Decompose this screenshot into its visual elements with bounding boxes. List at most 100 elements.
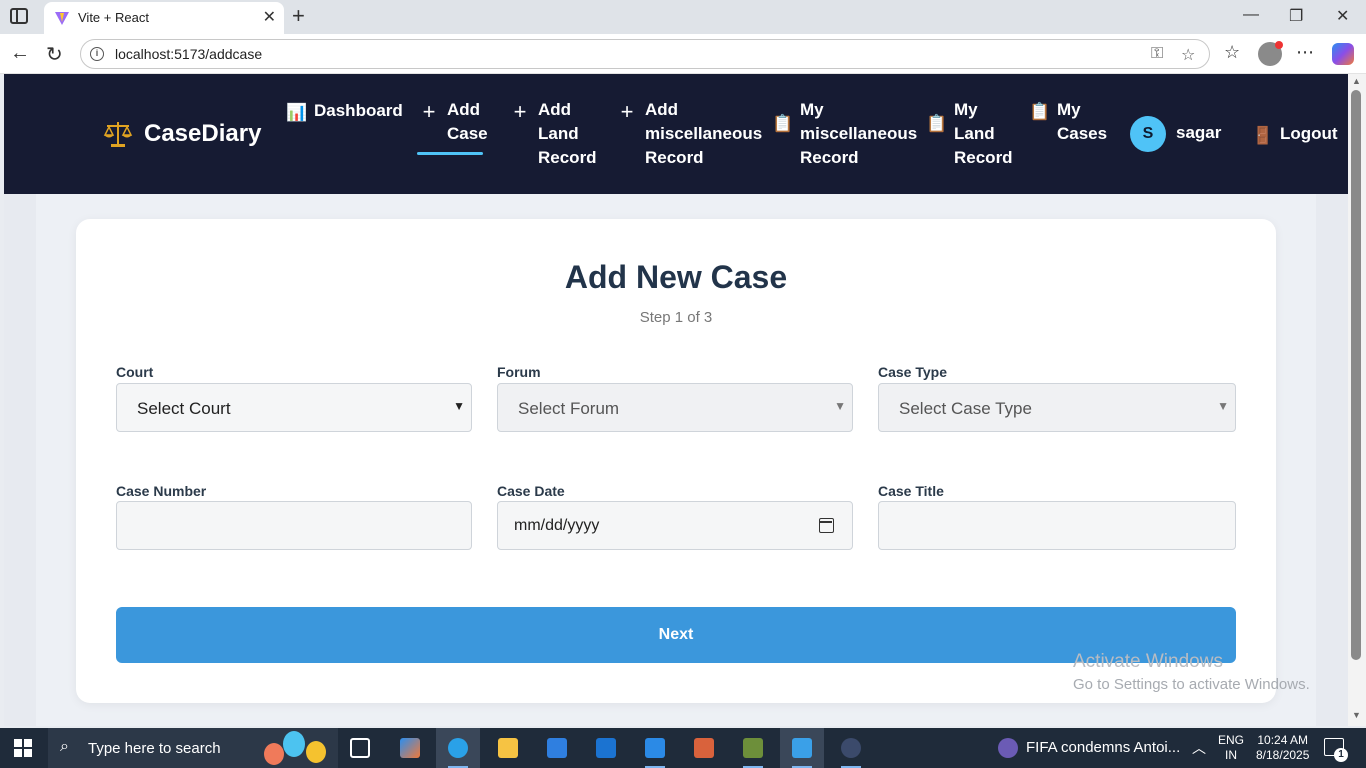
page-scrollbar[interactable]: ▲ ▼ [1348, 74, 1366, 726]
case-title-input[interactable] [878, 501, 1236, 550]
address-bar[interactable]: i localhost:5173/addcase ⚿ ☆ [80, 39, 1210, 69]
logout-button[interactable]: 🚪 Logout [1252, 122, 1338, 148]
nav-label: Case [447, 124, 488, 143]
nav-add-case[interactable]: + Add Case [419, 98, 488, 146]
page-viewport: CaseDiary 📊 Dashboard + Add Case + Add L… [4, 74, 1348, 726]
plus-icon: + [513, 99, 527, 124]
back-icon[interactable]: ← [10, 42, 30, 65]
clock-time: 10:24 AM [1257, 733, 1309, 747]
tab-title: Vite + React [78, 10, 149, 25]
outlook-icon[interactable] [584, 728, 628, 768]
nav-add-land-record[interactable]: + Add Land Record [510, 98, 597, 170]
court-select[interactable]: Select Court ▼ [116, 383, 472, 432]
case-number-input[interactable] [116, 501, 472, 550]
activation-watermark-title: Activate Windows [1073, 651, 1223, 672]
user-avatar[interactable]: S [1130, 116, 1166, 152]
notification-badge: 1 [1334, 748, 1348, 762]
case-type-select[interactable]: Select Case Type ▼ [878, 383, 1236, 432]
active-nav-indicator [417, 152, 483, 155]
profile-avatar-icon[interactable] [1258, 41, 1283, 66]
language-code: ENG [1218, 733, 1245, 747]
app-icon[interactable] [731, 728, 775, 768]
app-icon[interactable] [682, 728, 726, 768]
calendar-icon[interactable] [819, 518, 834, 533]
nav-my-misc-record[interactable]: 📋 My miscellaneous Record [772, 98, 917, 170]
nav-my-land-record[interactable]: 📋 My Land Record [926, 98, 1013, 170]
news-icon [998, 738, 1018, 758]
nav-my-cases[interactable]: 📋 My Cases [1029, 98, 1107, 146]
scales-icon [103, 122, 133, 147]
favorites-icon[interactable]: ☆ [1224, 42, 1240, 63]
browser-tab[interactable]: Vite + React ✕ [44, 2, 284, 34]
more-menu-icon[interactable]: ⋯ [1296, 42, 1314, 63]
forum-label: Forum [497, 364, 541, 380]
nav-dashboard[interactable]: 📊 Dashboard [286, 99, 403, 125]
nav-label: My [1057, 100, 1081, 119]
app-icon[interactable] [780, 728, 824, 768]
nav-label: Land [538, 124, 579, 143]
nav-label: Land [954, 124, 995, 143]
nav-label: My [800, 100, 824, 119]
browser-toolbar: ← ↻ i localhost:5173/addcase ⚿ ☆ ☆ ⋯ [0, 34, 1366, 74]
maximize-icon[interactable]: ❐ [1289, 6, 1303, 26]
nav-label: Cases [1057, 124, 1108, 143]
region-code: IN [1225, 748, 1237, 762]
language-indicator[interactable]: ENG IN [1218, 733, 1244, 763]
app-navbar: CaseDiary 📊 Dashboard + Add Case + Add L… [4, 74, 1348, 194]
minimize-icon[interactable]: — [1243, 6, 1259, 24]
case-title-label: Case Title [878, 483, 944, 499]
reload-icon[interactable]: ↻ [46, 42, 63, 67]
chevron-down-icon: ▼ [834, 399, 846, 413]
nav-label: Dashboard [314, 101, 403, 120]
scroll-thumb[interactable] [1351, 90, 1361, 660]
scroll-up-icon[interactable]: ▲ [1352, 76, 1361, 86]
windows-start-icon[interactable] [14, 739, 32, 757]
case-date-label: Case Date [497, 483, 565, 499]
court-select-value: Select Court [137, 399, 231, 418]
case-date-input[interactable]: mm/dd/yyyy [497, 501, 853, 550]
favorite-star-icon[interactable]: ☆ [1181, 45, 1195, 65]
sidebar-toggle-icon[interactable] [10, 8, 28, 24]
site-info-icon[interactable]: i [90, 47, 104, 61]
forum-select[interactable]: Select Forum ▼ [497, 383, 853, 432]
nav-label: miscellaneous [800, 124, 918, 143]
app-icon[interactable] [829, 728, 873, 768]
url-text[interactable]: localhost:5173/addcase [115, 46, 262, 62]
task-view-icon[interactable] [338, 728, 382, 768]
nav-add-misc-record[interactable]: + Add miscellaneous Record [617, 98, 763, 170]
case-type-label: Case Type [878, 364, 947, 380]
microsoft-store-icon[interactable] [535, 728, 579, 768]
username[interactable]: sagar [1176, 123, 1221, 143]
plus-icon: + [620, 99, 634, 124]
balloons-icon [264, 731, 326, 765]
system-clock[interactable]: 10:24 AM 8/18/2025 [1256, 733, 1309, 763]
chevron-down-icon: ▼ [1217, 399, 1229, 413]
forum-select-value: Select Forum [518, 399, 620, 418]
copilot-icon[interactable] [1332, 43, 1354, 65]
vscode-icon[interactable] [633, 728, 677, 768]
new-tab-icon[interactable]: + [292, 3, 305, 29]
search-icon: ⌕ [60, 738, 69, 755]
brand[interactable]: CaseDiary [102, 118, 261, 150]
vite-logo-icon [55, 12, 69, 25]
chevron-down-icon: ▼ [453, 399, 465, 413]
file-explorer-icon[interactable] [486, 728, 530, 768]
browser-tab-bar: Vite + React ✕ + — ❐ ✕ [0, 0, 1366, 34]
nav-label: Record [954, 148, 1013, 167]
news-ticker[interactable]: FIFA condemns Antoi... [1026, 739, 1180, 756]
close-tab-icon[interactable]: ✕ [263, 7, 276, 27]
windows-taskbar: ⌕ Type here to search FIFA condemns Anto… [0, 728, 1366, 768]
scroll-down-icon[interactable]: ▼ [1352, 710, 1361, 720]
search-placeholder: Type here to search [88, 740, 221, 757]
next-button[interactable]: Next [116, 607, 1236, 663]
copilot-taskbar-icon[interactable] [388, 728, 432, 768]
key-icon[interactable]: ⚿ [1151, 45, 1163, 63]
clock-date: 8/18/2025 [1256, 748, 1310, 762]
edge-browser-icon[interactable] [436, 728, 480, 768]
nav-label: miscellaneous [645, 124, 763, 143]
nav-label: Record [538, 148, 597, 167]
nav-label: Record [800, 148, 859, 167]
chevron-up-icon[interactable]: ︿ [1192, 738, 1206, 758]
nav-label: Add [645, 100, 679, 119]
window-close-icon[interactable]: ✕ [1336, 6, 1349, 26]
